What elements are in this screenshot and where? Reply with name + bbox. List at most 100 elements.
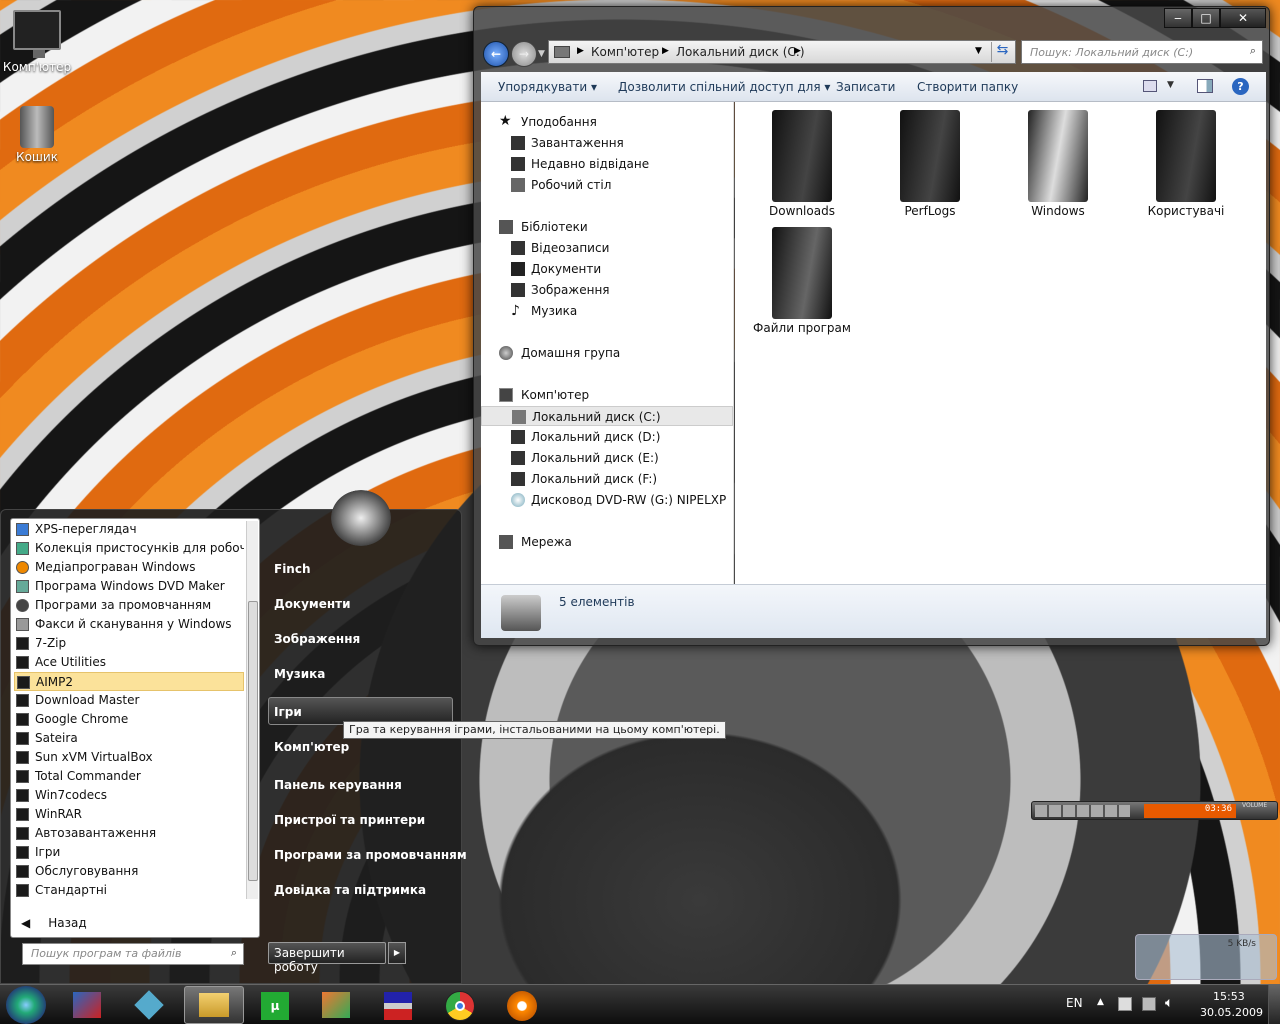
program-item[interactable]: Download Master [14,691,244,710]
explorer-taskbar-icon[interactable] [184,986,244,1024]
nav-libraries[interactable]: Бібліотеки [481,217,733,237]
start-link-pictures[interactable]: Зображення [274,632,360,646]
action-center-icon[interactable] [1142,997,1156,1011]
program-item[interactable]: Win7codecs [14,786,244,805]
folder-item[interactable]: Windows [1003,110,1113,218]
close-button[interactable]: ✕ [1220,8,1266,28]
address-bar[interactable]: ▶ Комп'ютер ▶ Локальний диск (C:) ▶ ▼ ⇆ [548,40,1016,64]
clock-date[interactable]: 30.05.2009 [1200,1006,1263,1019]
history-dropdown-icon[interactable]: ▼ [538,49,545,59]
help-icon[interactable]: ? [1232,78,1249,95]
chrome-icon[interactable] [430,986,490,1024]
aimp-icon[interactable] [492,986,552,1024]
back-button[interactable]: ← [483,41,509,67]
view-options-icon[interactable] [1143,80,1157,92]
nav-network[interactable]: Мережа [481,532,733,552]
start-link-music[interactable]: Музика [274,667,325,681]
programs-scrollbar[interactable] [246,521,258,899]
burn-button[interactable]: Записати [836,80,895,94]
program-item[interactable]: XPS-переглядач [14,520,244,539]
nav-computer[interactable]: Комп'ютер [481,385,733,405]
start-link-documents[interactable]: Документи [274,597,351,611]
clock-time[interactable]: 15:53 [1213,990,1245,1003]
program-item[interactable]: Стандартні [14,881,244,900]
view-dropdown-icon[interactable]: ▼ [1167,80,1174,90]
maximize-button[interactable]: □ [1192,8,1220,28]
nav-homegroup[interactable]: Домашня група [481,343,733,363]
user-picture[interactable] [331,490,391,546]
nav-music[interactable]: ♪ Музика [481,301,733,321]
preview-pane-icon[interactable] [1197,79,1213,93]
folder-item[interactable]: PerfLogs [875,110,985,218]
media-player-widget[interactable]: 03:36 VOLUME [1031,801,1278,820]
virtualbox-icon[interactable] [119,986,179,1024]
start-link-devices[interactable]: Пристрої та принтери [274,813,425,827]
nav-favorites[interactable]: ★ Уподобання [481,112,733,132]
start-link-default-programs[interactable]: Програми за промовчанням [274,848,467,862]
breadcrumb-computer[interactable]: Комп'ютер [591,45,659,59]
start-link-computer[interactable]: Комп'ютер [274,740,349,754]
nav-recent[interactable]: Недавно відвідане [481,154,733,174]
shutdown-options-button[interactable]: ▶ [388,942,406,964]
back-link[interactable]: ◀ Назад [21,916,87,930]
program-item[interactable]: Автозавантаження [14,824,244,843]
nav-drive-e[interactable]: Локальний диск (E:) [481,448,733,468]
nav-drive-c[interactable]: Локальний диск (C:) [481,406,733,426]
nav-drive-f[interactable]: Локальний диск (F:) [481,469,733,489]
nav-dvd-drive[interactable]: Дисковод DVD-RW (G:) NIPELXP [481,490,733,510]
player-time-display: 03:36 [1144,804,1236,818]
start-link-user[interactable]: Finch [274,562,311,576]
nav-desktop[interactable]: Робочий стіл [481,175,733,195]
program-item[interactable]: Колекція пристосунків для робочого с [14,539,244,558]
minimize-button[interactable]: ‒ [1164,8,1192,28]
program-item[interactable]: Total Commander [14,767,244,786]
program-item[interactable]: Програми за промовчанням [14,596,244,615]
network-tray-icon[interactable] [1118,997,1132,1011]
program-item[interactable]: Sun xVM VirtualBox [14,748,244,767]
program-item[interactable]: WinRAR [14,805,244,824]
search-input[interactable]: Пошук: Локальний диск (C:) ⌕ [1021,40,1263,64]
start-link-help[interactable]: Довідка та підтримка [274,883,426,897]
nav-pictures[interactable]: Зображення [481,280,733,300]
volume-tray-icon[interactable]: 🔈︎ [1165,995,1173,1011]
show-desktop-button[interactable] [1268,985,1280,1024]
start-link-control-panel[interactable]: Панель керування [274,778,402,792]
organize-button[interactable]: Упорядкувати ▾ [498,80,597,94]
nav-downloads[interactable]: Завантаження [481,133,733,153]
forward-button[interactable]: → [511,41,537,67]
shutdown-button[interactable]: Завершити роботу [268,942,386,974]
remote-app-icon[interactable] [306,986,366,1024]
desktop-computer-icon[interactable]: Комп'ютер [2,10,72,74]
program-item[interactable]: AIMP2 [14,672,244,691]
utorrent-icon[interactable]: µ [245,986,305,1024]
folder-item[interactable]: Користувачі [1131,110,1241,218]
new-folder-button[interactable]: Створити папку [917,80,1018,94]
program-item[interactable]: Факси й сканування у Windows [14,615,244,634]
breadcrumb-drive[interactable]: Локальний диск (C:) [676,45,805,59]
language-indicator[interactable]: EN [1066,996,1083,1010]
tray-overflow-icon[interactable]: ▲ [1097,997,1104,1007]
program-item[interactable]: Програма Windows DVD Maker [14,577,244,596]
taskbar-app-icon[interactable] [57,986,117,1024]
address-dropdown-icon[interactable]: ▼ [975,46,982,56]
folder-item[interactable]: Файли програм [747,227,857,335]
save-disk-icon[interactable] [368,986,428,1024]
program-item[interactable]: Sateira [14,729,244,748]
folder-icon [16,846,29,859]
nav-documents[interactable]: Документи [481,259,733,279]
player-controls[interactable] [1035,805,1130,817]
refresh-icon[interactable]: ⇆ [991,42,1013,62]
folder-item[interactable]: Downloads [747,110,857,218]
program-item[interactable]: Ігри [14,843,244,862]
nav-videos[interactable]: Відеозаписи [481,238,733,258]
share-button[interactable]: Дозволити спільний доступ для ▾ [618,80,830,94]
program-item[interactable]: 7-Zip [14,634,244,653]
program-item[interactable]: Обслуговування [14,862,244,881]
program-item[interactable]: Ace Utilities [14,653,244,672]
program-item[interactable]: Google Chrome [14,710,244,729]
nav-drive-d[interactable]: Локальний диск (D:) [481,427,733,447]
program-item[interactable]: Медіапрограван Windows [14,558,244,577]
start-search-input[interactable]: Пошук програм та файлів ⌕ [22,943,244,965]
start-button[interactable] [6,986,46,1024]
desktop-recycle-bin-icon[interactable]: Кошик [2,106,72,164]
